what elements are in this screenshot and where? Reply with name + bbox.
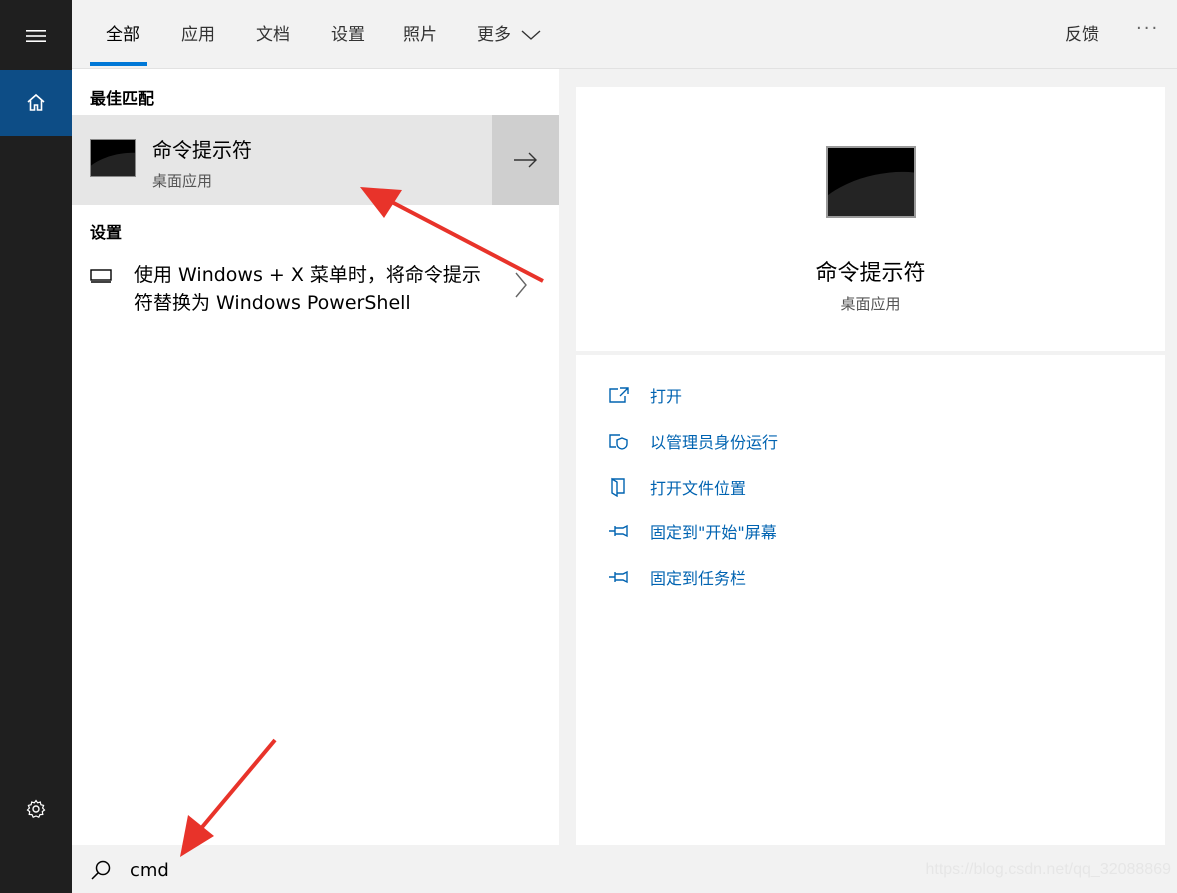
settings-result-text: 使用 Windows + X 菜单时，将命令提示符替换为 Windows Pow… xyxy=(134,264,481,314)
chevron-down-icon xyxy=(521,30,541,40)
feedback-button[interactable]: 反馈 xyxy=(1065,20,1099,45)
action-pin-to-start[interactable]: 固定到"开始"屏幕 xyxy=(608,517,777,545)
tab-photos[interactable]: 照片 xyxy=(403,20,437,45)
search-input[interactable] xyxy=(128,855,532,885)
tab-apps[interactable]: 应用 xyxy=(181,20,215,45)
action-run-as-admin-label: 以管理员身份运行 xyxy=(650,433,779,452)
settings-heading: 设置 xyxy=(90,223,123,242)
tab-all[interactable]: 全部 xyxy=(106,20,140,45)
pin-icon xyxy=(609,570,628,584)
gear-icon xyxy=(26,799,46,818)
open-icon xyxy=(609,387,629,403)
best-match-row: 命令提示符 桌面应用 xyxy=(72,115,559,205)
search-bar: https://blog.csdn.net/qq_32088869 xyxy=(72,845,1177,893)
detail-app-type: 桌面应用 xyxy=(840,295,901,313)
app-actions-list: 打开 以管理员身份运行 打开文件位置 固定到"开始"屏幕 固定到任务栏 xyxy=(576,355,1165,845)
active-tab-indicator xyxy=(90,62,147,66)
menu-button[interactable] xyxy=(0,10,72,62)
settings-result-item[interactable]: 使用 Windows + X 菜单时，将命令提示符替换为 Windows Pow… xyxy=(72,257,559,327)
cmd-large-icon xyxy=(826,146,916,218)
display-settings-icon xyxy=(90,269,112,283)
scope-tab-bar: 全部 应用 文档 设置 照片 更多 反馈 ··· xyxy=(72,0,1177,69)
best-match-type: 桌面应用 xyxy=(152,172,213,190)
more-options-button[interactable]: ··· xyxy=(1136,18,1159,39)
home-button[interactable] xyxy=(0,70,72,136)
hamburger-icon xyxy=(26,30,46,42)
expand-details-button[interactable] xyxy=(492,115,559,205)
action-run-as-admin[interactable]: 以管理员身份运行 xyxy=(608,427,778,455)
action-open-file-location[interactable]: 打开文件位置 xyxy=(608,473,746,501)
best-match-name: 命令提示符 xyxy=(152,138,252,162)
home-icon xyxy=(27,93,45,111)
action-pin-to-taskbar-label: 固定到任务栏 xyxy=(650,569,747,588)
watermark-text: https://blog.csdn.net/qq_32088869 xyxy=(925,861,1171,878)
detail-app-name: 命令提示符 xyxy=(815,261,926,286)
action-open[interactable]: 打开 xyxy=(608,381,682,409)
results-panel: 最佳匹配 命令提示符 桌面应用 设置 使用 Windows + X 菜单时，将命… xyxy=(72,69,559,845)
action-open-label: 打开 xyxy=(650,387,683,406)
action-open-file-location-label: 打开文件位置 xyxy=(650,479,747,498)
tab-settings[interactable]: 设置 xyxy=(331,20,365,45)
search-icon xyxy=(91,860,111,880)
file-location-icon xyxy=(611,477,625,497)
cmd-app-icon xyxy=(90,139,136,177)
best-match-item[interactable]: 命令提示符 桌面应用 xyxy=(72,115,492,205)
settings-button[interactable] xyxy=(0,780,72,838)
app-detail-card: 命令提示符 桌面应用 xyxy=(576,87,1165,351)
shield-admin-icon xyxy=(609,434,628,450)
action-pin-to-start-label: 固定到"开始"屏幕 xyxy=(650,523,777,542)
tab-documents[interactable]: 文档 xyxy=(256,20,290,45)
tab-more-label: 更多 xyxy=(477,25,511,45)
best-match-heading: 最佳匹配 xyxy=(90,89,155,108)
chevron-right-icon xyxy=(515,272,527,298)
pin-icon xyxy=(609,524,628,538)
action-pin-to-taskbar[interactable]: 固定到任务栏 xyxy=(608,563,746,591)
left-rail xyxy=(0,0,72,893)
arrow-right-icon xyxy=(513,152,537,168)
tab-more[interactable]: 更多 xyxy=(477,20,542,45)
